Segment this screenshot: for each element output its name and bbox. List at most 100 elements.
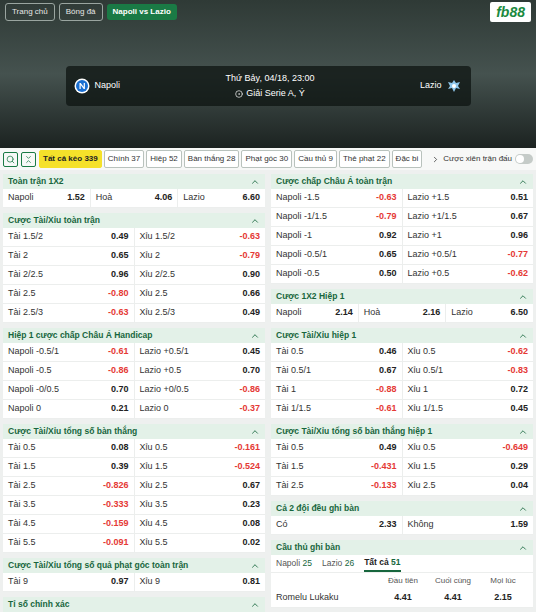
scorer-odds[interactable]: 4.41 — [378, 591, 428, 605]
odds-cell[interactable]: Napoli -0.50.50 — [271, 265, 403, 283]
odds-cell[interactable]: Hoà4.06 — [91, 189, 179, 207]
odds-cell[interactable]: Tài 2.5-0.133 — [271, 477, 403, 495]
odds-cell[interactable]: Xỉu 1.5-0.524 — [135, 458, 266, 476]
odds-cell[interactable]: Lazio +0.5/1-0.77 — [403, 246, 534, 264]
odds-cell[interactable]: Xỉu 0.5-0.62 — [403, 343, 534, 361]
odds-cell[interactable]: Xỉu 2.5/30.49 — [135, 304, 266, 322]
section-header[interactable]: Cược chấp Châu Á toàn trận — [271, 174, 533, 189]
odds-cell[interactable]: Tài 90.97 — [3, 573, 135, 591]
odds-cell[interactable]: Xỉu 2/2.50.90 — [135, 266, 266, 284]
collapse-icon[interactable] — [518, 331, 528, 341]
collapse-icon[interactable] — [250, 561, 260, 571]
market-tab[interactable]: Cầu thủ 9 — [294, 150, 337, 168]
collapse-icon[interactable] — [250, 177, 260, 187]
odds-cell[interactable]: Xỉu 5.50.02 — [135, 534, 266, 552]
section-header[interactable]: Tỉ số chính xác — [3, 597, 265, 612]
odds-cell[interactable]: Tài 1.5/20.49 — [3, 228, 135, 246]
odds-cell[interactable]: Xỉu 3.50.23 — [135, 496, 266, 514]
odds-cell[interactable]: Lazio +1.50.51 — [403, 189, 534, 207]
nav-tab[interactable]: Napoli vs Lazio — [107, 4, 177, 20]
odds-cell[interactable]: Napoli2.14 — [271, 304, 359, 322]
section-header[interactable]: Cược Tài/Xỉu tổng số bàn thắng — [3, 424, 265, 439]
nav-tab[interactable]: Trang chủ — [5, 3, 55, 21]
odds-cell[interactable]: Napoli -0.5/1-0.61 — [3, 343, 135, 361]
scroll-right-icon[interactable] — [431, 155, 440, 164]
odds-cell[interactable]: Lazio +0.5/10.45 — [135, 343, 266, 361]
odds-cell[interactable]: Tài 4.5-0.159 — [3, 515, 135, 533]
odds-cell[interactable]: Napoli -10.92 — [271, 227, 403, 245]
nav-tab[interactable]: Bóng đá — [59, 3, 103, 21]
odds-cell[interactable]: Tài 2.5-0.80 — [3, 285, 135, 303]
odds-cell[interactable]: Xỉu 0.5-0.161 — [135, 439, 266, 457]
odds-cell[interactable]: Tài 1.50.39 — [3, 458, 135, 476]
odds-cell[interactable]: Lazio 0-0.37 — [135, 400, 266, 418]
section-header[interactable]: Cầu thủ ghi bàn — [271, 540, 533, 555]
odds-cell[interactable]: Có2.33 — [271, 516, 403, 534]
odds-cell[interactable]: Xỉu 1.5/2-0.63 — [135, 228, 266, 246]
odds-cell[interactable]: Tài 1/1.5-0.61 — [271, 400, 403, 418]
collapse-icon[interactable] — [250, 600, 260, 610]
scorer-tab[interactable]: Napoli 25 — [276, 556, 312, 571]
parlay-toggle[interactable] — [515, 154, 533, 164]
odds-cell[interactable]: Không1.59 — [403, 516, 534, 534]
odds-cell[interactable]: Xỉu 4.50.08 — [135, 515, 266, 533]
odds-cell[interactable]: Tài 2.5-0.826 — [3, 477, 135, 495]
odds-cell[interactable]: Lazio +0.50.70 — [135, 362, 266, 380]
odds-cell[interactable]: Tài 0.50.08 — [3, 439, 135, 457]
odds-cell[interactable]: Tài 0.50.46 — [271, 343, 403, 361]
odds-cell[interactable]: Napoli -1/1.5-0.79 — [271, 208, 403, 226]
odds-cell[interactable]: Tài 5.5-0.091 — [3, 534, 135, 552]
market-tab[interactable]: Thẻ phạt 22 — [339, 150, 390, 168]
odds-cell[interactable]: Xỉu 10.72 — [403, 381, 534, 399]
collapse-icon[interactable] — [518, 177, 528, 187]
section-header[interactable]: Cược Tài/Xỉu tổng số bàn thắng hiệp 1 — [271, 424, 533, 439]
odds-cell[interactable]: Tài 2/2.50.96 — [3, 266, 135, 284]
scorer-odds[interactable]: 4.41 — [428, 591, 478, 605]
odds-cell[interactable]: Tài 0.50.49 — [271, 439, 403, 457]
market-tab[interactable]: Chính 37 — [104, 150, 145, 168]
odds-cell[interactable]: Napoli 00.21 — [3, 400, 135, 418]
odds-cell[interactable]: Napoli1.52 — [3, 189, 91, 207]
odds-cell[interactable]: Napoli -0.5/10.65 — [271, 246, 403, 264]
collapse-icon[interactable] — [518, 543, 528, 553]
market-tab[interactable]: Tất cả kèo 339 — [39, 150, 102, 168]
collapse-icon[interactable] — [250, 427, 260, 437]
section-header[interactable]: Toàn trận 1X2 — [3, 174, 265, 189]
section-header[interactable]: Cược Tài/Xỉu hiệp 1 — [271, 328, 533, 343]
market-tab[interactable]: Bàn thắng 28 — [184, 150, 240, 168]
section-header[interactable]: Cược Tài/Xỉu tổng số quả phạt góc toàn t… — [3, 558, 265, 573]
odds-cell[interactable]: Xỉu 2-0.79 — [135, 247, 266, 265]
odds-cell[interactable]: Tài 20.65 — [3, 247, 135, 265]
collapse-icon[interactable] — [250, 331, 260, 341]
collapse-icon[interactable] — [518, 504, 528, 514]
odds-cell[interactable]: Xỉu 1.50.29 — [403, 458, 534, 476]
odds-cell[interactable]: Napoli -0/0.50.70 — [3, 381, 135, 399]
market-tab[interactable]: Phạt góc 30 — [241, 150, 292, 168]
odds-cell[interactable]: Xỉu 0.5/1-0.83 — [403, 362, 534, 380]
collapse-icon[interactable] — [518, 292, 528, 302]
scorer-tab[interactable]: Lazio 26 — [322, 556, 354, 571]
odds-cell[interactable]: Xỉu 90.81 — [135, 573, 266, 591]
odds-cell[interactable]: Xỉu 0.5-0.649 — [403, 439, 534, 457]
collapse-icon[interactable] — [250, 216, 260, 226]
market-tab[interactable]: Hiệp 52 — [146, 150, 182, 168]
market-tab[interactable]: Đặc bi — [392, 150, 423, 168]
odds-cell[interactable]: Lazio6.50 — [446, 304, 533, 322]
odds-cell[interactable]: Lazio +10.96 — [403, 227, 534, 245]
odds-cell[interactable]: Tài 1.5-0.431 — [271, 458, 403, 476]
section-header[interactable]: Cược 1X2 Hiệp 1 — [271, 289, 533, 304]
odds-cell[interactable]: Hoà2.16 — [359, 304, 447, 322]
odds-cell[interactable]: Napoli -1.5-0.63 — [271, 189, 403, 207]
odds-cell[interactable]: Tài 1-0.88 — [271, 381, 403, 399]
collapse-icon[interactable] — [518, 427, 528, 437]
section-header[interactable]: Cược Tài/Xỉu toàn trận — [3, 213, 265, 228]
odds-cell[interactable]: Tài 3.5-0.333 — [3, 496, 135, 514]
odds-cell[interactable]: Xỉu 1/1.50.45 — [403, 400, 534, 418]
collapse-all-button[interactable] — [21, 152, 36, 167]
odds-cell[interactable]: Lazio +0.5-0.62 — [403, 265, 534, 283]
odds-cell[interactable]: Tài 2.5/3-0.63 — [3, 304, 135, 322]
odds-cell[interactable]: Lazio +1/1.50.67 — [403, 208, 534, 226]
section-header[interactable]: Cả 2 đội đều ghi bàn — [271, 501, 533, 516]
odds-cell[interactable]: Lazio6.60 — [178, 189, 265, 207]
fb88-logo[interactable]: fb88 — [490, 2, 531, 22]
